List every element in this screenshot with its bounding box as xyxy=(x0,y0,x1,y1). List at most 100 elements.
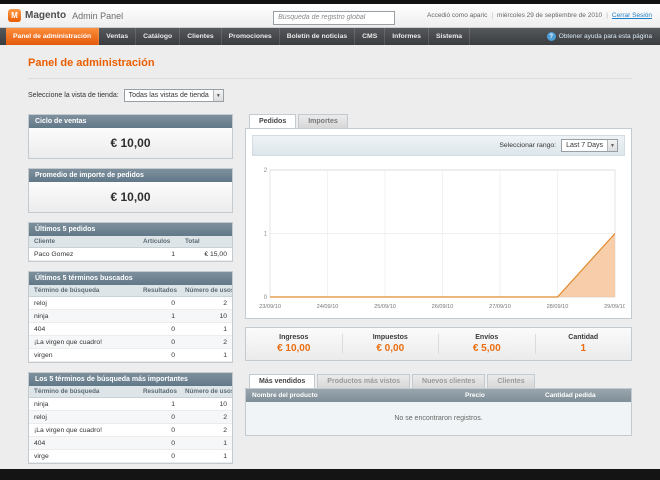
global-search-input[interactable] xyxy=(273,10,396,25)
range-select[interactable]: Last 7 Days ▼ xyxy=(561,139,618,152)
orders-chart-box: Seleccionar rango: Last 7 Days ▼ 0 1 2 23/0… xyxy=(245,128,632,319)
svg-text:1: 1 xyxy=(264,232,268,238)
window-bottom-strip xyxy=(0,469,660,480)
cell-results: 0 xyxy=(138,322,180,336)
table-row[interactable]: 404 0 1 xyxy=(29,436,232,450)
panel-title: Los 5 términos de búsqueda más important… xyxy=(29,373,232,386)
panel-title: Promedio de importe de pedidos xyxy=(29,169,232,182)
cell-results: 0 xyxy=(138,423,180,437)
tab-most-viewed[interactable]: Productos más vistos xyxy=(317,374,411,388)
top-search-table: Término de búsqueda Resultados Número de… xyxy=(29,386,232,463)
nav-item-system[interactable]: Sistema xyxy=(429,28,471,45)
cell-results: 1 xyxy=(138,309,180,323)
store-view-select[interactable]: Todas las vistas de tienda ▼ xyxy=(123,89,224,102)
svg-text:2: 2 xyxy=(264,168,268,174)
panel-last-orders: Últimos 5 pedidos Cliente Artículos Tota… xyxy=(28,222,233,262)
cell-uses: 1 xyxy=(180,322,232,336)
column-header: Cliente xyxy=(29,236,138,248)
column-header: Resultados xyxy=(138,386,180,398)
header-user-area: Accedió como aparic | miércoles 29 de se… xyxy=(427,12,652,19)
cell-results: 0 xyxy=(138,449,180,463)
nav-item-sales[interactable]: Ventas xyxy=(99,28,137,45)
cell-items: 1 xyxy=(138,247,180,261)
column-header: Número de usos xyxy=(180,386,232,398)
column-header: Total xyxy=(180,236,232,248)
nav-item-promotions[interactable]: Promociones xyxy=(222,28,280,45)
cell-term: reloj xyxy=(29,296,138,310)
cell-uses: 2 xyxy=(180,423,232,437)
help-link[interactable]: ? Obtener ayuda para esta página xyxy=(546,28,660,45)
table-row[interactable]: Paco Gomez 1 € 15,00 xyxy=(29,247,232,261)
nav-item-cms[interactable]: CMS xyxy=(355,28,386,45)
range-label: Seleccionar rango: xyxy=(499,142,557,149)
cell-uses: 2 xyxy=(180,335,232,349)
cell-term: 404 xyxy=(29,322,138,336)
table-row[interactable]: reloj 0 2 xyxy=(29,410,232,424)
cell-uses: 2 xyxy=(180,296,232,310)
cell-customer: Paco Gomez xyxy=(29,247,138,261)
grid-tabs: Más vendidos Productos más vistos Nuevos… xyxy=(245,374,632,388)
panel-title: Últimos 5 pedidos xyxy=(29,223,232,236)
panel-last-search-terms: Últimos 5 términos buscados Término de b… xyxy=(28,271,233,363)
panel-top-search-terms: Los 5 términos de búsqueda más important… xyxy=(28,372,233,464)
nav-item-newsletter[interactable]: Boletín de noticias xyxy=(280,28,356,45)
table-row[interactable]: virge 0 1 xyxy=(29,449,232,463)
tab-customers[interactable]: Clientes xyxy=(487,374,535,388)
current-date: miércoles 29 de septiembre de 2010 xyxy=(497,12,603,19)
cell-term: ninja xyxy=(29,309,138,323)
nav-item-catalog[interactable]: Catálogo xyxy=(136,28,181,45)
column-header: Artículos xyxy=(138,236,180,248)
svg-text:0: 0 xyxy=(264,295,268,301)
average-orders-value: € 10,00 xyxy=(29,182,232,212)
column-header: Nombre del producto xyxy=(246,389,459,402)
cell-term: virgen xyxy=(29,348,138,362)
cell-uses: 10 xyxy=(180,309,232,323)
table-row[interactable]: ninja 1 10 xyxy=(29,309,232,323)
stat-tax: Impuestos € 0,00 xyxy=(341,334,439,354)
table-row[interactable]: ¡La virgen que cuadro! 0 2 xyxy=(29,423,232,437)
column-header: Precio xyxy=(459,389,539,402)
table-row[interactable]: 404 0 1 xyxy=(29,322,232,336)
store-view-switcher: Seleccione la vista de tienda: Todas las… xyxy=(28,89,632,102)
tab-bestsellers[interactable]: Más vendidos xyxy=(249,374,316,388)
page-title: Panel de administración xyxy=(28,53,632,79)
separator: | xyxy=(491,12,494,19)
cell-uses: 1 xyxy=(180,436,232,450)
table-row[interactable]: ninja 1 10 xyxy=(29,397,232,411)
brand-name: Magento xyxy=(25,10,67,21)
orders-chart: 0 1 2 23/09/10 24/09/10 25/09/10 26/09/10 27/09… xyxy=(252,162,625,312)
panel-lifetime-sales: Ciclo de ventas € 10,00 xyxy=(28,114,233,159)
cell-uses: 10 xyxy=(180,397,232,411)
tab-new-customers[interactable]: Nuevos clientes xyxy=(412,374,486,388)
tab-amounts[interactable]: Importes xyxy=(298,114,348,128)
cell-results: 0 xyxy=(138,436,180,450)
separator: | xyxy=(606,12,608,19)
main-nav: Panel de administración Ventas Catálogo … xyxy=(0,28,660,45)
dashboard-left-column: Ciclo de ventas € 10,00 Promedio de impo… xyxy=(28,114,233,464)
stat-label: Impuestos xyxy=(372,334,408,341)
cell-results: 0 xyxy=(138,296,180,310)
table-row[interactable]: virgen 0 1 xyxy=(29,348,232,362)
nav-item-reports[interactable]: Informes xyxy=(385,28,429,45)
stat-value: 1 xyxy=(580,343,587,354)
panel-average-orders: Promedio de importe de pedidos € 10,00 xyxy=(28,168,233,213)
svg-text:26/09/10: 26/09/10 xyxy=(432,304,454,310)
column-header: Número de usos xyxy=(180,285,232,297)
chevron-down-icon: ▼ xyxy=(212,90,223,101)
logout-link[interactable]: Cerrar Sesión xyxy=(612,12,652,19)
magento-admin-window: M Magento Admin Panel Accedió como apari… xyxy=(0,0,660,480)
stat-shipping: Envíos € 5,00 xyxy=(438,334,535,354)
svg-text:29/09/10: 29/09/10 xyxy=(604,304,625,310)
logo: M Magento Admin Panel xyxy=(8,9,123,22)
help-icon: ? xyxy=(546,32,556,41)
table-row[interactable]: reloj 0 2 xyxy=(29,296,232,310)
lifetime-sales-value: € 10,00 xyxy=(29,128,232,158)
nav-item-dashboard[interactable]: Panel de administración xyxy=(6,28,100,45)
dashboard-right-column: Pedidos Importes Seleccionar rango: Last… xyxy=(245,114,632,436)
nav-item-customers[interactable]: Clientes xyxy=(180,28,222,45)
tab-orders[interactable]: Pedidos xyxy=(249,114,297,128)
logged-in-as: Accedió como aparic xyxy=(426,12,488,19)
table-row[interactable]: ¡La virgen que cuadro! 0 2 xyxy=(29,335,232,349)
totals-bar: Ingresos € 10,00 Impuestos € 0,00 Envíos… xyxy=(245,327,632,361)
cell-term: ninja xyxy=(29,397,138,411)
